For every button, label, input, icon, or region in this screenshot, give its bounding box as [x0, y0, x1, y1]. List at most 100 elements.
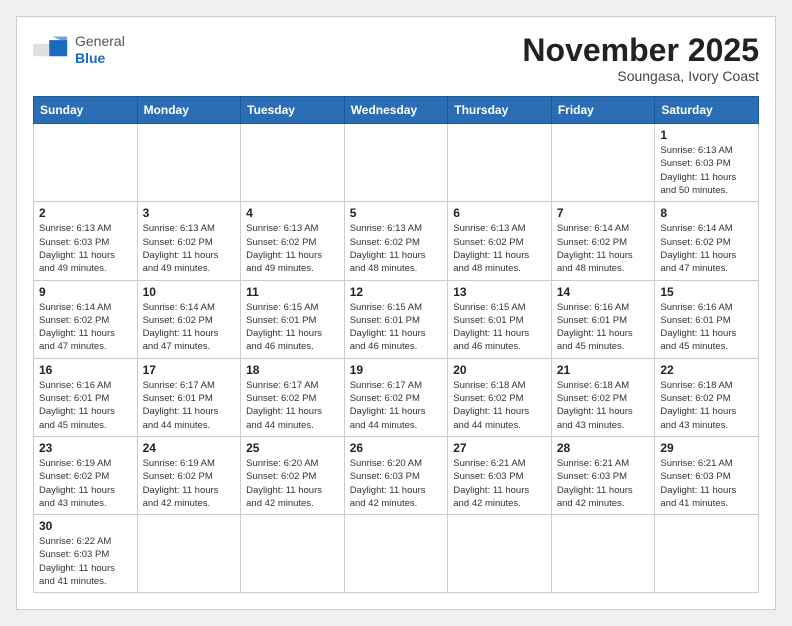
title-block: November 2025 Soungasa, Ivory Coast	[522, 33, 759, 84]
day-info: Sunrise: 6:21 AMSunset: 6:03 PMDaylight:…	[557, 457, 650, 510]
calendar-cell: 1 Sunrise: 6:13 AMSunset: 6:03 PMDaylight…	[655, 124, 759, 202]
day-number: 8	[660, 206, 753, 220]
day-number: 16	[39, 363, 132, 377]
calendar-cell: 10 Sunrise: 6:14 AMSunset: 6:02 PMDayligh…	[137, 280, 241, 358]
calendar-cell: 14Sunrise: 6:16 AMSunset: 6:01 PMDayligh…	[551, 280, 655, 358]
day-info: Sunrise: 6:13 AMSunset: 6:03 PMDaylight:…	[39, 222, 132, 275]
calendar-cell: 25 Sunrise: 6:20 AMSunset: 6:02 PMDayligh…	[241, 436, 345, 514]
day-number: 28	[557, 441, 650, 455]
calendar-cell: 21 Sunrise: 6:18 AMSunset: 6:02 PMDayligh…	[551, 358, 655, 436]
calendar-cell: 28 Sunrise: 6:21 AMSunset: 6:03 PMDayligh…	[551, 436, 655, 514]
calendar-week-2: 2 Sunrise: 6:13 AMSunset: 6:03 PMDaylight…	[34, 202, 759, 280]
day-header-thursday: Thursday	[448, 97, 552, 124]
day-number: 19	[350, 363, 443, 377]
calendar-cell: 23Sunrise: 6:19 AMSunset: 6:02 PMDayligh…	[34, 436, 138, 514]
calendar-cell: 4 Sunrise: 6:13 AMSunset: 6:02 PMDaylight…	[241, 202, 345, 280]
calendar-cell	[344, 124, 448, 202]
day-number: 5	[350, 206, 443, 220]
calendar-cell	[655, 515, 759, 593]
day-info: Sunrise: 6:18 AMSunset: 6:02 PMDaylight:…	[557, 379, 650, 432]
logo-blue: Blue	[75, 50, 105, 66]
day-number: 1	[660, 128, 753, 142]
calendar-cell: 7 Sunrise: 6:14 AMSunset: 6:02 PMDaylight…	[551, 202, 655, 280]
calendar-cell: 18 Sunrise: 6:17 AMSunset: 6:02 PMDayligh…	[241, 358, 345, 436]
day-number: 9	[39, 285, 132, 299]
day-number: 12	[350, 285, 443, 299]
calendar-week-4: 16Sunrise: 6:16 AMSunset: 6:01 PMDayligh…	[34, 358, 759, 436]
calendar-cell: 12 Sunrise: 6:15 AMSunset: 6:01 PMDayligh…	[344, 280, 448, 358]
subtitle: Soungasa, Ivory Coast	[522, 68, 759, 84]
day-header-monday: Monday	[137, 97, 241, 124]
day-info: Sunrise: 6:13 AMSunset: 6:02 PMDaylight:…	[246, 222, 339, 275]
calendar-cell: 13Sunrise: 6:15 AMSunset: 6:01 PMDayligh…	[448, 280, 552, 358]
day-info: Sunrise: 6:18 AMSunset: 6:02 PMDaylight:…	[660, 379, 753, 432]
calendar-cell: 19Sunrise: 6:17 AMSunset: 6:02 PMDayligh…	[344, 358, 448, 436]
day-number: 11	[246, 285, 339, 299]
calendar-cell: 22 Sunrise: 6:18 AMSunset: 6:02 PMDayligh…	[655, 358, 759, 436]
calendar-cell	[137, 515, 241, 593]
calendar-cell	[241, 124, 345, 202]
day-number: 23	[39, 441, 132, 455]
day-number: 17	[143, 363, 236, 377]
day-number: 2	[39, 206, 132, 220]
calendar-cell: 8 Sunrise: 6:14 AMSunset: 6:02 PMDaylight…	[655, 202, 759, 280]
calendar-grid: SundayMondayTuesdayWednesdayThursdayFrid…	[33, 96, 759, 593]
calendar-cell: 17 Sunrise: 6:17 AMSunset: 6:01 PMDayligh…	[137, 358, 241, 436]
day-info: Sunrise: 6:20 AMSunset: 6:03 PMDaylight:…	[350, 457, 443, 510]
calendar-week-6: 30Sunrise: 6:22 AMSunset: 6:03 PMDayligh…	[34, 515, 759, 593]
calendar-cell: 15Sunrise: 6:16 AMSunset: 6:01 PMDayligh…	[655, 280, 759, 358]
logo-text: General Blue	[75, 33, 125, 67]
calendar-cell	[241, 515, 345, 593]
day-info: Sunrise: 6:20 AMSunset: 6:02 PMDaylight:…	[246, 457, 339, 510]
day-number: 21	[557, 363, 650, 377]
calendar-cell: 26 Sunrise: 6:20 AMSunset: 6:03 PMDayligh…	[344, 436, 448, 514]
day-number: 10	[143, 285, 236, 299]
day-header-saturday: Saturday	[655, 97, 759, 124]
day-info: Sunrise: 6:18 AMSunset: 6:02 PMDaylight:…	[453, 379, 546, 432]
calendar-cell: 2 Sunrise: 6:13 AMSunset: 6:03 PMDaylight…	[34, 202, 138, 280]
calendar-cell: 24Sunrise: 6:19 AMSunset: 6:02 PMDayligh…	[137, 436, 241, 514]
calendar-cell: 20 Sunrise: 6:18 AMSunset: 6:02 PMDayligh…	[448, 358, 552, 436]
day-info: Sunrise: 6:14 AMSunset: 6:02 PMDaylight:…	[660, 222, 753, 275]
calendar-cell: 27 Sunrise: 6:21 AMSunset: 6:03 PMDayligh…	[448, 436, 552, 514]
day-number: 13	[453, 285, 546, 299]
calendar-week-5: 23Sunrise: 6:19 AMSunset: 6:02 PMDayligh…	[34, 436, 759, 514]
calendar-cell: 5 Sunrise: 6:13 AMSunset: 6:02 PMDaylight…	[344, 202, 448, 280]
calendar-cell: 6Sunrise: 6:13 AMSunset: 6:02 PMDaylight…	[448, 202, 552, 280]
day-number: 26	[350, 441, 443, 455]
day-header-sunday: Sunday	[34, 97, 138, 124]
day-number: 25	[246, 441, 339, 455]
day-number: 7	[557, 206, 650, 220]
day-info: Sunrise: 6:21 AMSunset: 6:03 PMDaylight:…	[660, 457, 753, 510]
calendar-cell	[448, 515, 552, 593]
day-info: Sunrise: 6:14 AMSunset: 6:02 PMDaylight:…	[39, 301, 132, 354]
day-header-wednesday: Wednesday	[344, 97, 448, 124]
calendar-cell	[344, 515, 448, 593]
day-number: 24	[143, 441, 236, 455]
day-number: 18	[246, 363, 339, 377]
day-info: Sunrise: 6:13 AMSunset: 6:02 PMDaylight:…	[350, 222, 443, 275]
day-number: 4	[246, 206, 339, 220]
day-number: 22	[660, 363, 753, 377]
calendar-cell: 9 Sunrise: 6:14 AMSunset: 6:02 PMDaylight…	[34, 280, 138, 358]
day-info: Sunrise: 6:15 AMSunset: 6:01 PMDaylight:…	[350, 301, 443, 354]
day-info: Sunrise: 6:13 AMSunset: 6:03 PMDaylight:…	[660, 144, 753, 197]
day-number: 27	[453, 441, 546, 455]
calendar-cell	[137, 124, 241, 202]
day-info: Sunrise: 6:15 AMSunset: 6:01 PMDaylight:…	[246, 301, 339, 354]
calendar-cell: 3Sunrise: 6:13 AMSunset: 6:02 PMDaylight…	[137, 202, 241, 280]
day-number: 3	[143, 206, 236, 220]
day-number: 20	[453, 363, 546, 377]
logo-general: General	[75, 33, 125, 49]
day-info: Sunrise: 6:17 AMSunset: 6:01 PMDaylight:…	[143, 379, 236, 432]
day-info: Sunrise: 6:14 AMSunset: 6:02 PMDaylight:…	[557, 222, 650, 275]
day-info: Sunrise: 6:21 AMSunset: 6:03 PMDaylight:…	[453, 457, 546, 510]
day-number: 15	[660, 285, 753, 299]
calendar-container: General Blue November 2025 Soungasa, Ivo…	[16, 16, 776, 610]
calendar-cell: 16Sunrise: 6:16 AMSunset: 6:01 PMDayligh…	[34, 358, 138, 436]
day-info: Sunrise: 6:17 AMSunset: 6:02 PMDaylight:…	[246, 379, 339, 432]
calendar-cell	[34, 124, 138, 202]
day-info: Sunrise: 6:22 AMSunset: 6:03 PMDaylight:…	[39, 535, 132, 588]
calendar-header-row: SundayMondayTuesdayWednesdayThursdayFrid…	[34, 97, 759, 124]
day-info: Sunrise: 6:14 AMSunset: 6:02 PMDaylight:…	[143, 301, 236, 354]
